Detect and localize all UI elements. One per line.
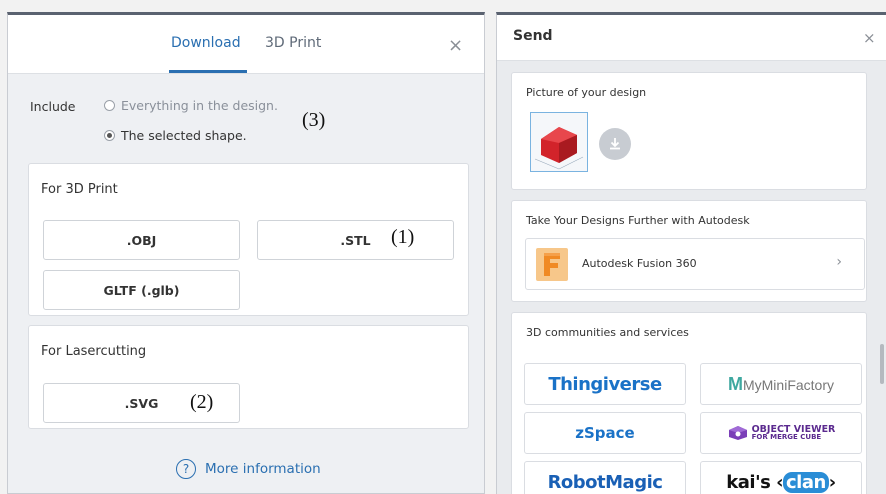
chevron-right-icon: › — [836, 254, 842, 270]
send-panel: Send × Picture of your design Take Your … — [496, 12, 886, 494]
gltf-button[interactable]: GLTF (.glb) — [43, 270, 240, 310]
for-3d-print-title: For 3D Print — [41, 182, 118, 197]
picture-section-title: Picture of your design — [526, 86, 647, 99]
more-information-label: More information — [205, 461, 321, 477]
tab-3d-print[interactable]: 3D Print — [265, 35, 321, 51]
for-lasercutting-title: For Lasercutting — [41, 344, 147, 359]
close-icon[interactable]: × — [448, 37, 463, 55]
active-tab-indicator — [169, 70, 247, 73]
scrollbar[interactable] — [880, 344, 884, 384]
clan-wordmark: clan — [782, 471, 829, 493]
more-information-link[interactable]: ? More information — [176, 459, 321, 479]
dialog-header: Download 3D Print × — [8, 15, 484, 74]
radio-selected-shape[interactable]: The selected shape. — [104, 128, 247, 143]
download-icon[interactable] — [599, 128, 631, 160]
stl-button-label: .STL — [340, 232, 371, 248]
myminifactory-wordmark: MyMiniFactory — [742, 376, 834, 393]
robotmagic-button[interactable]: RobotMagic — [524, 461, 686, 494]
obj-button[interactable]: .OBJ — [43, 220, 240, 260]
radio-selected-icon — [104, 130, 115, 141]
merge-cube-icon — [728, 426, 747, 440]
help-icon: ? — [176, 459, 196, 479]
robotmagic-logo: RobotMagic — [547, 471, 663, 493]
object-viewer-logo: OBJECT VIEWER FOR MERGE CUBE — [727, 425, 835, 442]
object-viewer-line2: FOR MERGE CUBE — [751, 433, 822, 442]
object-viewer-button[interactable]: OBJECT VIEWER FOR MERGE CUBE — [700, 412, 862, 454]
design-thumbnail[interactable] — [530, 112, 588, 172]
picture-card: Picture of your design — [511, 72, 867, 190]
for-lasercutting-card: For Lasercutting .SVG (2) — [28, 325, 469, 429]
autodesk-card: Take Your Designs Further with Autodesk … — [511, 200, 867, 302]
annotation-3: (3) — [302, 109, 326, 131]
stl-button[interactable]: .STL — [257, 220, 454, 260]
send-header: Send × — [497, 15, 886, 61]
myminifactory-button[interactable]: MMyMiniFactory — [700, 363, 862, 405]
download-dialog: Download 3D Print × Include Everything i… — [7, 12, 485, 494]
kais-wordmark: kai's — [726, 471, 771, 493]
fusion-360-label: Autodesk Fusion 360 — [582, 257, 697, 270]
zspace-button[interactable]: zSpace — [524, 412, 686, 454]
myminifactory-m-icon: M — [727, 373, 743, 394]
zspace-logo: zSpace — [575, 424, 635, 442]
myminifactory-logo: MMyMiniFactory — [728, 374, 834, 395]
fusion-360-row[interactable]: Autodesk Fusion 360 › — [525, 238, 865, 290]
communities-card: 3D communities and services Thingiverse … — [511, 312, 867, 494]
for-3d-print-card: For 3D Print .OBJ .STL GLTF (.glb) (1) — [28, 163, 469, 316]
autodesk-section-title: Take Your Designs Further with Autodesk — [526, 214, 750, 227]
kais-clan-logo: kai's ‹ clan › — [726, 471, 836, 493]
communities-section-title: 3D communities and services — [526, 326, 689, 339]
annotation-2: (2) — [190, 391, 214, 413]
send-close-icon[interactable]: × — [863, 31, 876, 46]
send-title: Send — [513, 28, 553, 44]
kais-clan-button[interactable]: kai's ‹ clan › — [700, 461, 862, 494]
thingiverse-button[interactable]: Thingiverse — [524, 363, 686, 405]
radio-everything[interactable]: Everything in the design. — [104, 98, 278, 113]
fusion-360-logo-icon — [536, 248, 568, 281]
thingiverse-logo: Thingiverse — [548, 373, 662, 395]
radio-circle-icon — [104, 100, 115, 111]
download-arrow-icon — [610, 138, 620, 150]
radio-selected-shape-label: The selected shape. — [121, 128, 247, 143]
include-label: Include — [30, 99, 76, 114]
design-shape-image — [534, 127, 584, 170]
tab-download[interactable]: Download — [171, 35, 241, 51]
radio-everything-label: Everything in the design. — [121, 98, 278, 113]
annotation-1: (1) — [391, 226, 415, 248]
